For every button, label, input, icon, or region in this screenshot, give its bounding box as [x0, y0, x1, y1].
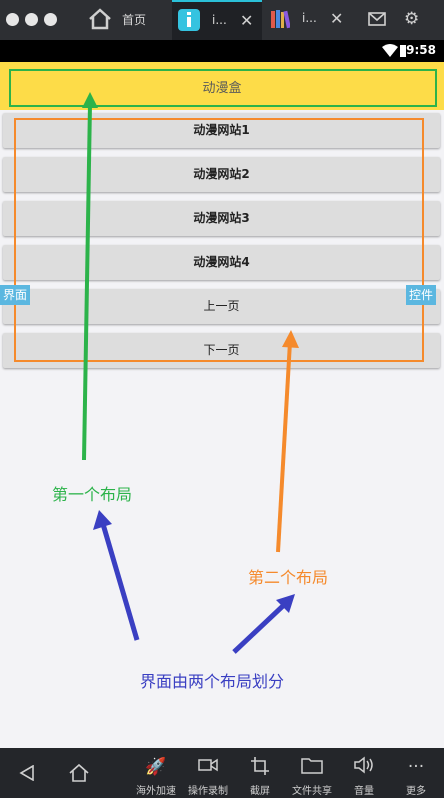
file-share-button[interactable]: 文件共享 [284, 748, 340, 798]
video-icon [180, 756, 236, 778]
green-arrowhead [82, 92, 98, 108]
folder-icon [284, 756, 340, 778]
back-icon [19, 764, 34, 782]
blue-arrow-right [232, 602, 287, 654]
emulator-bottom-bar: 🚀 海外加速 操作录制 截屏 文件共享 音量 ··· 更多 [0, 748, 444, 798]
back-button[interactable] [10, 748, 44, 798]
overseas-accel-button[interactable]: 🚀 海外加速 [128, 748, 184, 798]
first-layout-note: 第一个布局 [52, 485, 133, 504]
blue-arrowhead-left [93, 510, 112, 530]
more-icon: ··· [407, 757, 425, 777]
home-button[interactable] [62, 748, 96, 798]
home-icon [69, 763, 89, 782]
rocket-icon: 🚀 [145, 757, 167, 777]
record-button[interactable]: 操作录制 [180, 748, 236, 798]
bottom-label: 更多 [406, 786, 426, 797]
screenshot-button[interactable]: 截屏 [240, 748, 280, 798]
more-button[interactable]: ··· 更多 [398, 748, 434, 798]
layout-division-note: 界面由两个布局划分 [140, 672, 285, 691]
orange-arrow [276, 341, 292, 553]
bottom-label: 操作录制 [188, 786, 228, 797]
orange-arrowhead [282, 330, 299, 348]
bottom-label: 音量 [354, 786, 374, 797]
blue-arrow-left [100, 523, 140, 641]
volume-icon [346, 756, 382, 778]
crop-icon [240, 756, 280, 778]
bottom-label: 海外加速 [136, 786, 176, 797]
green-arrow [82, 103, 92, 461]
second-layout-note: 第二个布局 [248, 568, 329, 587]
bottom-label: 截屏 [250, 786, 270, 797]
volume-button[interactable]: 音量 [346, 748, 382, 798]
bottom-label: 文件共享 [292, 786, 332, 797]
